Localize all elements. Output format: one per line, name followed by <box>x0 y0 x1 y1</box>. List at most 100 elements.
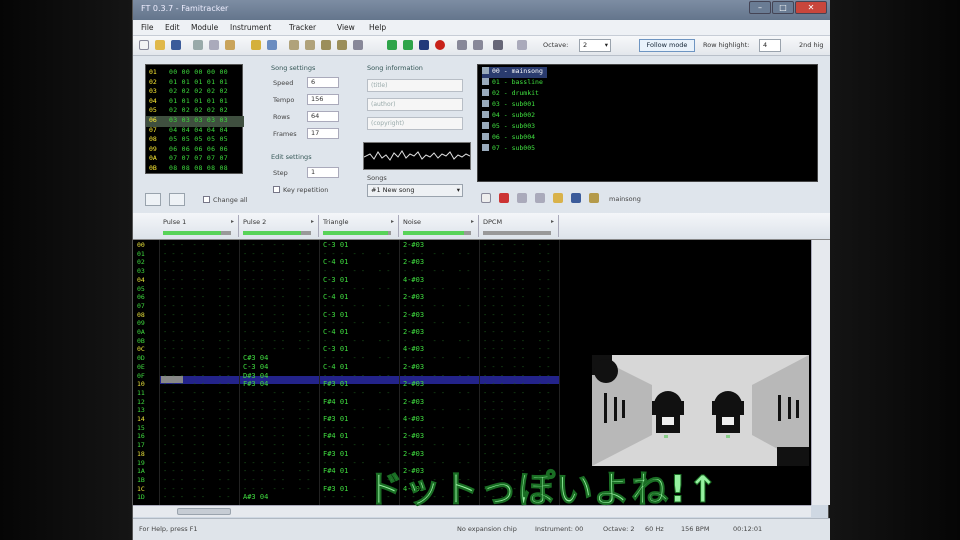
menu-help[interactable]: Help <box>369 23 386 32</box>
pattern-note[interactable]: C-3 01 <box>323 276 348 285</box>
row-number[interactable]: 09 <box>137 319 157 328</box>
step-input[interactable]: 1 <box>307 167 339 178</box>
instrument-item[interactable]: 04 - sub002 <box>482 111 535 122</box>
pattern-empty-cell[interactable]: - - - - - - - <box>483 293 550 302</box>
row-number[interactable]: 14 <box>137 415 157 424</box>
channel-header-2[interactable]: Triangle ▸ <box>319 215 399 237</box>
pattern-note[interactable]: C-4 01 <box>323 363 348 372</box>
pattern-empty-cell[interactable]: - - - - - - - <box>323 337 390 346</box>
pattern-empty-cell[interactable]: - - - - - - - <box>483 267 550 276</box>
pattern-empty-cell[interactable]: - - - - - - - <box>163 302 230 311</box>
pattern-empty-cell[interactable]: - - - - - - - <box>403 285 470 294</box>
row-number[interactable]: 00 <box>137 241 157 250</box>
row-highlight-input[interactable]: 4 <box>759 39 781 52</box>
edit-instrument-icon[interactable] <box>589 193 599 203</box>
instrument-item[interactable]: 05 - sub003 <box>482 122 535 133</box>
menu-edit[interactable]: Edit <box>165 23 180 32</box>
row-number[interactable]: 0D <box>137 354 157 363</box>
scroll-thumb[interactable] <box>177 508 231 515</box>
change-all-checkbox[interactable] <box>203 196 210 203</box>
save-icon[interactable] <box>171 40 181 50</box>
pattern-empty-cell[interactable]: - - - - - - - <box>483 372 550 381</box>
arrow-down-icon[interactable] <box>305 40 315 50</box>
pattern-empty-cell[interactable]: - - - - - - - <box>483 424 550 433</box>
pattern-empty-cell[interactable]: - - - - - - - <box>243 285 310 294</box>
title-bar[interactable]: FT 0.3.7 - Famitracker – □ ✕ <box>133 0 830 20</box>
pattern-empty-cell[interactable]: - - - - - - - <box>403 389 470 398</box>
pattern-empty-cell[interactable]: - - - - - - - <box>163 267 230 276</box>
pattern-empty-cell[interactable]: - - - - - - - <box>163 450 230 459</box>
pattern-empty-cell[interactable]: - - - - - - - <box>243 398 310 407</box>
close-button[interactable]: ✕ <box>795 1 827 14</box>
pattern-empty-cell[interactable]: - - - - - - - <box>483 241 550 250</box>
pattern-empty-cell[interactable]: - - - - - - - <box>483 250 550 259</box>
row-number[interactable]: 16 <box>137 432 157 441</box>
pattern-empty-cell[interactable]: - - - - - - - <box>323 319 390 328</box>
pattern-empty-cell[interactable]: - - - - - - - <box>163 354 230 363</box>
frame-list[interactable]: 01 00 00 00 00 00 02 01 01 01 01 01 03 02 02 … <box>145 64 244 174</box>
menu-instrument[interactable]: Instrument <box>230 23 271 32</box>
pattern-empty-cell[interactable]: - - - - - - - <box>403 406 470 415</box>
pattern-empty-cell[interactable]: - - - - - - - <box>243 459 310 468</box>
row-number[interactable]: 04 <box>137 276 157 285</box>
add-frame-button[interactable] <box>145 193 161 206</box>
instrument-item[interactable]: 02 - drumkit <box>482 89 539 100</box>
songs-select[interactable]: #1 New song ▾ <box>367 184 463 197</box>
pattern-empty-cell[interactable]: - - - - - - - <box>403 372 470 381</box>
pattern-empty-cell[interactable]: - - - - - - - <box>243 441 310 450</box>
title-field[interactable]: (title) <box>367 79 463 92</box>
rows-input[interactable]: 64 <box>307 111 339 122</box>
pattern-empty-cell[interactable]: - - - - - - - <box>483 389 550 398</box>
pattern-note[interactable]: F#3 01 <box>323 450 348 459</box>
pattern-empty-cell[interactable]: - - - - - - - <box>163 241 230 250</box>
menu-tracker[interactable]: Tracker <box>289 23 316 32</box>
pattern-note[interactable]: 2-#03 <box>403 328 424 337</box>
remove-frame-button[interactable] <box>169 193 185 206</box>
pattern-empty-cell[interactable]: - - - - - - - <box>403 337 470 346</box>
pattern-empty-cell[interactable]: - - - - - - - <box>403 302 470 311</box>
row-number[interactable]: 0B <box>137 337 157 346</box>
pattern-note[interactable]: A#3 04 <box>243 493 268 502</box>
speed-input[interactable]: 6 <box>307 77 339 88</box>
row-number[interactable]: 0F <box>137 372 157 381</box>
row-number[interactable]: 18 <box>137 450 157 459</box>
pattern-empty-cell[interactable]: - - - - - - - <box>163 485 230 494</box>
pattern-empty-cell[interactable]: - - - - - - - <box>483 398 550 407</box>
record-icon[interactable] <box>435 40 445 50</box>
pattern-empty-cell[interactable]: - - - - - - - <box>243 311 310 320</box>
pattern-empty-cell[interactable]: - - - - - - - <box>243 276 310 285</box>
pattern-empty-cell[interactable]: - - - - - - - <box>163 372 230 381</box>
row-number[interactable]: 13 <box>137 406 157 415</box>
pattern-empty-cell[interactable]: - - - - - - - <box>243 476 310 485</box>
open-folder-icon[interactable] <box>155 40 165 50</box>
pattern-note[interactable]: 2-#03 <box>403 432 424 441</box>
row-number[interactable]: 07 <box>137 302 157 311</box>
pattern-empty-cell[interactable]: - - - - - - - <box>483 319 550 328</box>
pattern-empty-cell[interactable]: - - - - - - - <box>323 354 390 363</box>
pattern-empty-cell[interactable]: - - - - - - - <box>243 337 310 346</box>
channel-header-4[interactable]: DPCM ▸ <box>479 215 559 237</box>
pattern-empty-cell[interactable]: - - - - - - - <box>323 267 390 276</box>
pattern-empty-cell[interactable]: - - - - - - - <box>323 302 390 311</box>
row-number[interactable]: 19 <box>137 459 157 468</box>
next-track-icon[interactable] <box>473 40 483 50</box>
pattern-note[interactable]: 2-#03 <box>403 380 424 389</box>
pattern-empty-cell[interactable]: - - - - - - - <box>483 276 550 285</box>
pattern-empty-cell[interactable]: - - - - - - - <box>243 485 310 494</box>
row-number[interactable]: 0C <box>137 345 157 354</box>
pattern-empty-cell[interactable]: - - - - - - - <box>163 337 230 346</box>
row-number[interactable]: 0A <box>137 328 157 337</box>
pattern-empty-cell[interactable]: - - - - - - - <box>323 424 390 433</box>
pattern-empty-cell[interactable]: - - - - - - - <box>163 380 230 389</box>
pattern-note[interactable]: 2-#03 <box>403 363 424 372</box>
pattern-empty-cell[interactable]: - - - - - - - <box>483 363 550 372</box>
pattern-empty-cell[interactable]: - - - - - - - <box>483 441 550 450</box>
octave-select[interactable]: 2 ▾ <box>579 39 611 52</box>
load-instrument-icon[interactable] <box>553 193 563 203</box>
pattern-empty-cell[interactable]: - - - - - - - <box>243 406 310 415</box>
author-field[interactable]: (author) <box>367 98 463 111</box>
pattern-empty-cell[interactable]: - - - - - - - <box>323 250 390 259</box>
instrument-item[interactable]: 03 - sub001 <box>482 100 535 111</box>
channel-header-3[interactable]: Noise ▸ <box>399 215 479 237</box>
row-number[interactable]: 06 <box>137 293 157 302</box>
